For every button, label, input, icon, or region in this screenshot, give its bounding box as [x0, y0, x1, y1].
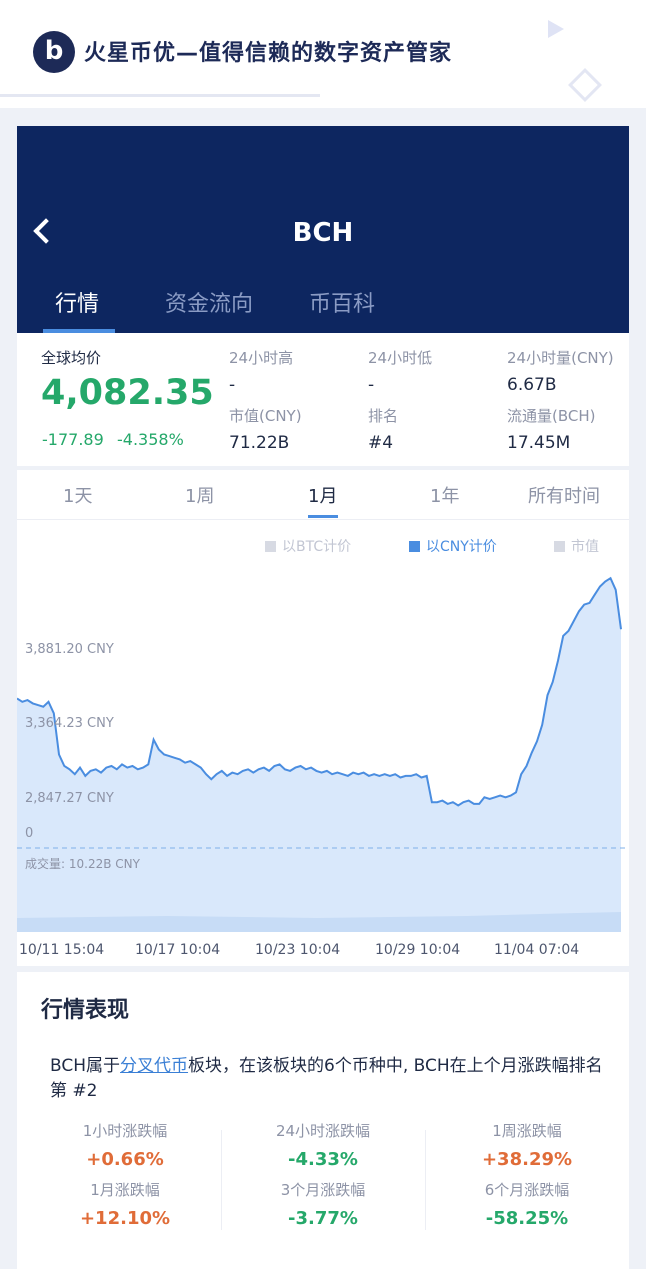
tab-fund-flow[interactable]: 资金流向 [165, 286, 253, 318]
change-24h-label: 24小时涨跌幅 [275, 1122, 371, 1140]
y-tick-label: 2,847.27 CNY [25, 791, 114, 806]
volume-label: 成交量: 10.22B CNY [25, 856, 141, 871]
coin-header: BCH 行情 资金流向 币百科 [17, 126, 629, 333]
price-chart-card: 以BTC计价 以CNY计价 市值 3,881.20 CNY 3,364.23 CN… [17, 520, 629, 966]
next-card-edge [17, 1254, 629, 1269]
change-3m-value: -3.77% [288, 1208, 358, 1229]
rank-label: 排名 [368, 407, 399, 425]
decorative-diamond [568, 68, 602, 102]
banner-title: 火星币优—值得信赖的数字资产管家 [84, 41, 453, 66]
x-tick-label: 10/17 10:04 [135, 942, 220, 958]
column-divider [425, 1130, 426, 1230]
range-1d[interactable]: 1天 [63, 482, 92, 508]
mcap-value: 71.22B [229, 433, 290, 453]
global-price-label: 全球均价 [41, 349, 102, 367]
decorative-line [0, 94, 320, 97]
sector-link[interactable]: 分叉代币 [120, 1056, 188, 1076]
change-24h-value: -4.33% [288, 1149, 358, 1170]
x-tick-label: 10/29 10:04 [375, 942, 460, 958]
low-24h-label: 24小时低 [368, 349, 433, 367]
performance-card: 行情表现 BCH属于分叉代币板块，在该板块的6个币种中, BCH在上个月涨跌幅排… [17, 972, 629, 1254]
brand-logo: b [33, 31, 75, 73]
change-6m-value: -58.25% [485, 1208, 569, 1229]
rank-value: #4 [368, 433, 394, 453]
active-range-indicator [308, 515, 338, 518]
low-24h-value: - [368, 375, 375, 395]
volume-24h-label: 24小时量(CNY) [507, 349, 614, 367]
change-6m-label: 6个月涨跌幅 [484, 1181, 570, 1199]
x-tick-label: 10/23 10:04 [255, 942, 340, 958]
tab-coin-wiki[interactable]: 币百科 [309, 286, 375, 318]
time-range-selector: 1天 1周 1月 1年 所有时间 [17, 470, 629, 520]
x-tick-label: 11/04 07:04 [494, 942, 579, 958]
change-1w-value: +38.29% [481, 1149, 573, 1170]
decorative-triangle [548, 20, 564, 38]
y-tick-label: 0 [25, 826, 33, 841]
header-tabs: 行情 资金流向 币百科 [17, 286, 629, 333]
range-1w[interactable]: 1周 [185, 482, 214, 508]
coin-title: BCH [292, 218, 354, 248]
performance-description: BCH属于分叉代币板块，在该板块的6个币种中, BCH在上个月涨跌幅排名第 #2 [50, 1054, 610, 1104]
range-all[interactable]: 所有时间 [528, 482, 600, 508]
column-divider [221, 1130, 222, 1230]
tab-market[interactable]: 行情 [55, 286, 99, 318]
change-1m-value: +12.10% [79, 1208, 171, 1229]
global-price-value: 4,082.35 [41, 373, 214, 413]
change-1m-label: 1月涨跌幅 [90, 1181, 160, 1199]
high-24h-value: - [229, 375, 236, 395]
supply-label: 流通量(BCH) [507, 407, 596, 425]
desc-prefix: BCH属于 [50, 1056, 121, 1076]
price-change-pct: -4.358% [117, 430, 184, 449]
y-tick-label: 3,364.23 CNY [25, 716, 114, 731]
app-banner: b 火星币优—值得信赖的数字资产管家 [0, 0, 646, 108]
supply-value: 17.45M [507, 433, 571, 453]
high-24h-label: 24小时高 [229, 349, 294, 367]
price-chart[interactable]: 3,881.20 CNY 3,364.23 CNY 2,847.27 CNY 0 成交量… [17, 520, 629, 966]
y-tick-label: 3,881.20 CNY [25, 642, 114, 657]
change-1h-value: +0.66% [86, 1149, 164, 1170]
range-1y[interactable]: 1年 [430, 482, 459, 508]
x-tick-label: 10/11 15:04 [19, 942, 104, 958]
change-3m-label: 3个月涨跌幅 [280, 1181, 366, 1199]
range-1m[interactable]: 1月 [308, 482, 337, 508]
price-change-abs: -177.89 [42, 430, 104, 449]
performance-title: 行情表现 [41, 998, 130, 1023]
volume-24h-value: 6.67B [507, 375, 557, 395]
change-1w-label: 1周涨跌幅 [492, 1122, 562, 1140]
mcap-label: 市值(CNY) [229, 407, 302, 425]
change-1h-label: 1小时涨跌幅 [82, 1122, 168, 1140]
price-stats-card: 全球均价 4,082.35 -177.89 -4.358% 24小时高 - 市值… [17, 333, 629, 466]
